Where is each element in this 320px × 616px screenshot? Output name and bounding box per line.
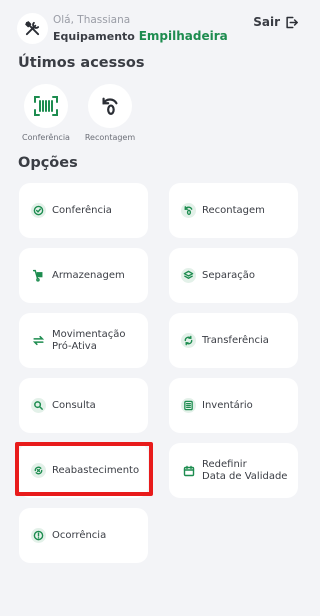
calendar-icon xyxy=(181,463,196,478)
option-label: Recontagem xyxy=(202,204,265,216)
sync-icon xyxy=(181,333,196,348)
tools-icon xyxy=(25,21,40,36)
recent-item-label: Recontagem xyxy=(84,133,136,142)
option-label: Movimentação Pró-Ativa xyxy=(52,328,126,352)
barcode-scan-icon xyxy=(34,96,58,116)
equipment-name: Empilhadeira xyxy=(138,29,228,43)
option-redefinir-data-de-validade[interactable]: Redefinir Data de Validade xyxy=(169,443,298,498)
option-label: Ocorrência xyxy=(52,529,107,541)
greeting-text: Olá, Thassiana xyxy=(53,14,131,26)
refill-icon xyxy=(31,463,46,478)
option-label: Consulta xyxy=(52,399,96,411)
option-label: Armazenagem xyxy=(52,269,125,281)
option-conferencia[interactable]: Conferência xyxy=(19,183,148,238)
option-label: Separação xyxy=(202,269,255,281)
option-recontagem[interactable]: Recontagem xyxy=(169,183,298,238)
recent-item-icon-wrapper xyxy=(88,84,132,128)
option-label: Inventário xyxy=(202,399,253,411)
recent-item-conferencia[interactable]: Conferência xyxy=(18,84,74,142)
alert-circle-icon xyxy=(31,528,46,543)
search-icon xyxy=(31,398,46,413)
option-label: Conferência xyxy=(52,204,112,216)
list-icon xyxy=(181,398,196,413)
option-movimentacao-pro-ativa[interactable]: Movimentação Pró-Ativa xyxy=(19,313,148,368)
option-label: Reabastecimento xyxy=(52,464,140,476)
option-armazenagem[interactable]: Armazenagem xyxy=(19,248,148,303)
option-transferencia[interactable]: Transferência xyxy=(169,313,298,368)
option-consulta[interactable]: Consulta xyxy=(19,378,148,433)
logout-button[interactable]: Sair xyxy=(253,13,299,31)
recent-item-recontagem[interactable]: Recontagem xyxy=(82,84,138,142)
equipment-label: Equipamento Empilhadeira xyxy=(53,29,228,43)
option-ocorrencia[interactable]: Ocorrência xyxy=(19,508,148,563)
swap-arrows-icon xyxy=(31,333,46,348)
option-separacao[interactable]: Separação xyxy=(169,248,298,303)
recent-item-icon-wrapper xyxy=(24,84,68,128)
recount-icon xyxy=(102,97,118,115)
option-inventario[interactable]: Inventário xyxy=(169,378,298,433)
option-reabastecimento[interactable]: Reabastecimento xyxy=(19,443,148,498)
recount-icon xyxy=(181,203,196,218)
layers-icon xyxy=(181,268,196,283)
check-circle-icon xyxy=(31,203,46,218)
recent-section-title: Útimos acessos xyxy=(18,55,145,71)
option-label: Redefinir Data de Validade xyxy=(202,458,288,482)
equipment-avatar xyxy=(17,13,48,44)
hand-truck-icon xyxy=(31,268,46,283)
logout-icon xyxy=(286,16,298,28)
logout-label: Sair xyxy=(253,15,280,29)
options-section-title: Opções xyxy=(18,155,78,171)
app-header: Olá, Thassiana Equipamento Empilhadeira … xyxy=(0,0,320,48)
option-label: Transferência xyxy=(202,334,269,346)
recent-item-label: Conferência xyxy=(22,133,70,142)
equipment-prefix: Equipamento xyxy=(53,30,135,43)
